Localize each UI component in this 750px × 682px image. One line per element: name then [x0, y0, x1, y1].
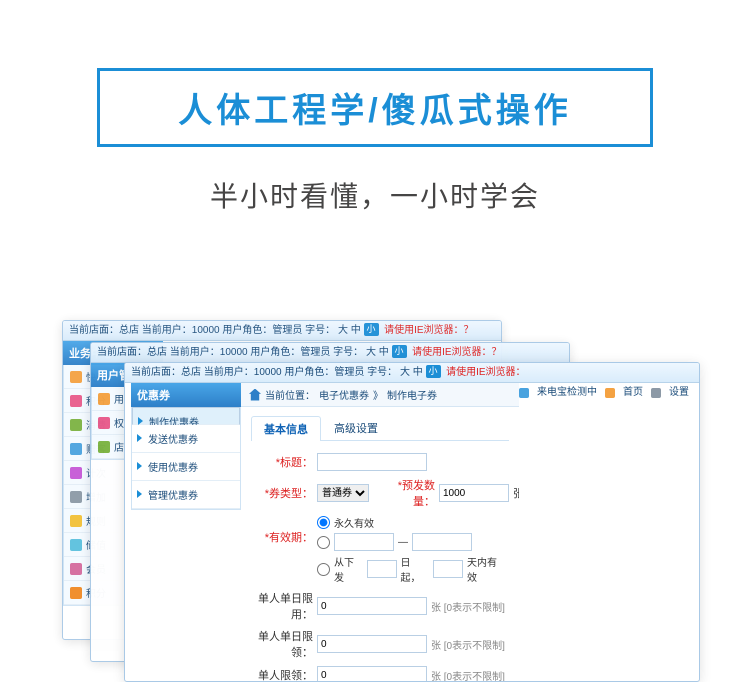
home-icon [605, 388, 615, 398]
topbar: 当前店面：总店 当前用户：10000 用户角色：管理员 字号： 大 中 小 请使… [125, 363, 699, 383]
type-select[interactable]: 普通券 [317, 484, 369, 502]
font-small-selected[interactable]: 小 [364, 323, 379, 336]
per-day-label: 单人单日限用： [255, 590, 313, 622]
type-label: *券类型： [255, 485, 313, 501]
tab-advanced[interactable]: 高级设置 [321, 415, 391, 440]
menu-icon [98, 393, 110, 405]
menu-icon [70, 563, 82, 575]
date-from-input[interactable] [334, 533, 394, 551]
date-to-input[interactable] [412, 533, 472, 551]
valid-label: *有效期： [255, 515, 313, 545]
menu-icon [70, 371, 82, 383]
menu-icon [70, 587, 82, 599]
radio-forever[interactable] [317, 516, 330, 529]
coupon-menu-item[interactable]: 使用优惠券 [132, 453, 240, 481]
qty-input[interactable] [439, 484, 509, 502]
menu-icon [70, 467, 82, 479]
tab-basic[interactable]: 基本信息 [251, 416, 321, 441]
coupon-menu-item[interactable]: 制作优惠券 [132, 407, 240, 425]
title-label: *标题： [255, 454, 313, 470]
radio-range[interactable] [317, 536, 330, 549]
per-day-total-input[interactable] [317, 635, 427, 653]
hero-banner: 人体工程学/傻瓜式操作 [97, 68, 653, 147]
menu-icon [70, 395, 82, 407]
breadcrumb: 当前位置： 电子优惠券 》 制作电子券 [241, 383, 519, 407]
per-person-label: 单人限领： [255, 667, 313, 681]
per-day-total-label: 单人单日限领： [255, 628, 313, 660]
settings-link[interactable]: 设置 [669, 383, 689, 403]
menu-icon [98, 417, 110, 429]
hero-subtitle: 半小时看懂，一小时学会 [0, 175, 750, 215]
menu-icon [70, 491, 82, 503]
days-valid-input[interactable] [433, 560, 463, 578]
window-coupon-editor: 当前店面：总店 当前用户：10000 用户角色：管理员 字号： 大 中 小 请使… [124, 362, 700, 682]
menu-icon [70, 515, 82, 527]
per-day-input[interactable] [317, 597, 427, 615]
topbar: 当前店面：总店 当前用户：10000 用户角色：管理员 字号： 大 中 小 请使… [91, 343, 569, 363]
coupon-menu-item[interactable]: 管理优惠券 [132, 481, 240, 509]
qty-label: *预发数量： [377, 477, 435, 509]
gear-icon [651, 388, 661, 398]
phone-check[interactable]: 来电宝检测中 [537, 383, 597, 403]
coupon-menu-item[interactable]: 发送优惠券 [132, 425, 240, 453]
menu-icon [70, 419, 82, 431]
hero-title: 人体工程学/傻瓜式操作 [178, 92, 571, 130]
panel-title-coupon: 优惠券 [131, 383, 241, 407]
radio-days[interactable] [317, 563, 330, 576]
home-link[interactable]: 首页 [623, 383, 643, 403]
menu-icon [70, 443, 82, 455]
topbar: 当前店面：总店 当前用户：10000 用户角色：管理员 字号： 大 中 小 请使… [63, 321, 501, 341]
per-person-input[interactable] [317, 666, 427, 681]
menu-icon [70, 539, 82, 551]
phone-icon [519, 388, 529, 398]
menu-icon [98, 441, 110, 453]
days-offset-input[interactable] [367, 560, 397, 578]
title-input[interactable] [317, 453, 427, 471]
home-icon [249, 389, 261, 401]
